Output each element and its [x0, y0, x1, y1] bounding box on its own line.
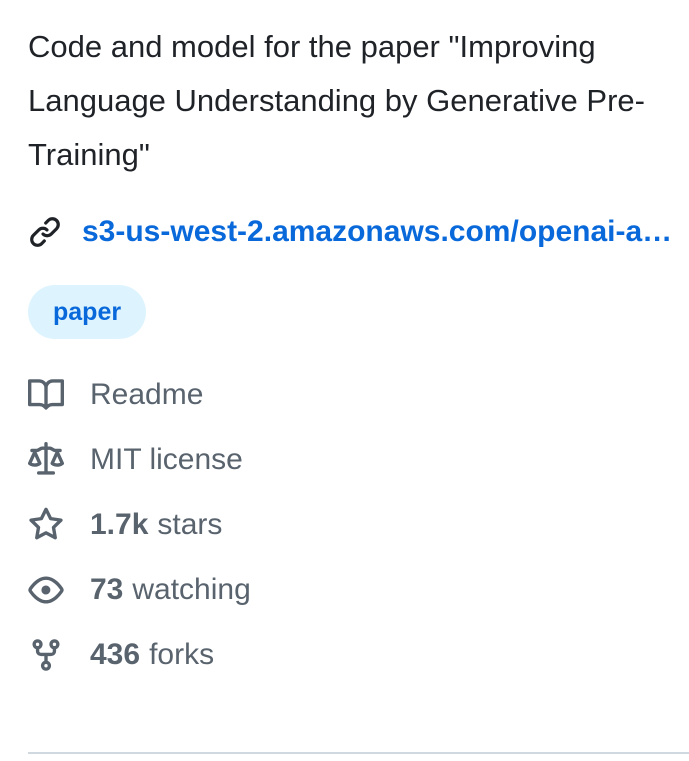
stars-link[interactable]: 1.7k stars [28, 492, 678, 557]
forks-label: forks [149, 637, 215, 671]
watchers-link[interactable]: 73 watching [28, 557, 678, 622]
stars-label: stars [157, 507, 223, 541]
watching-count: 73 [90, 572, 124, 606]
eye-icon [28, 572, 64, 608]
link-icon [28, 215, 62, 249]
stars-count: 1.7k [90, 507, 149, 541]
forks-count: 436 [90, 637, 141, 671]
homepage-link-row: s3-us-west-2.amazonaws.com/openai-assets… [28, 212, 678, 252]
forks-link[interactable]: 436 forks [28, 622, 678, 687]
license-label: MIT license [90, 442, 243, 476]
star-icon [28, 507, 64, 543]
section-divider [28, 752, 689, 754]
license-link[interactable]: MIT license [28, 427, 678, 492]
readme-label: Readme [90, 377, 204, 411]
law-icon [28, 441, 64, 478]
topics-list: paper [28, 285, 678, 339]
about-sidebar: Code and model for the paper "Improving … [28, 20, 678, 687]
topic-tag-paper[interactable]: paper [28, 285, 147, 339]
repo-meta-list: Readme MIT license 1.7k stars 73 watchin… [28, 362, 678, 687]
homepage-link[interactable]: s3-us-west-2.amazonaws.com/openai-assets… [82, 215, 678, 249]
readme-link[interactable]: Readme [28, 362, 678, 427]
watching-label: watching [132, 572, 251, 606]
book-icon [28, 377, 64, 413]
repo-description: Code and model for the paper "Improving … [28, 29, 645, 172]
repo-forked-icon [28, 637, 64, 673]
